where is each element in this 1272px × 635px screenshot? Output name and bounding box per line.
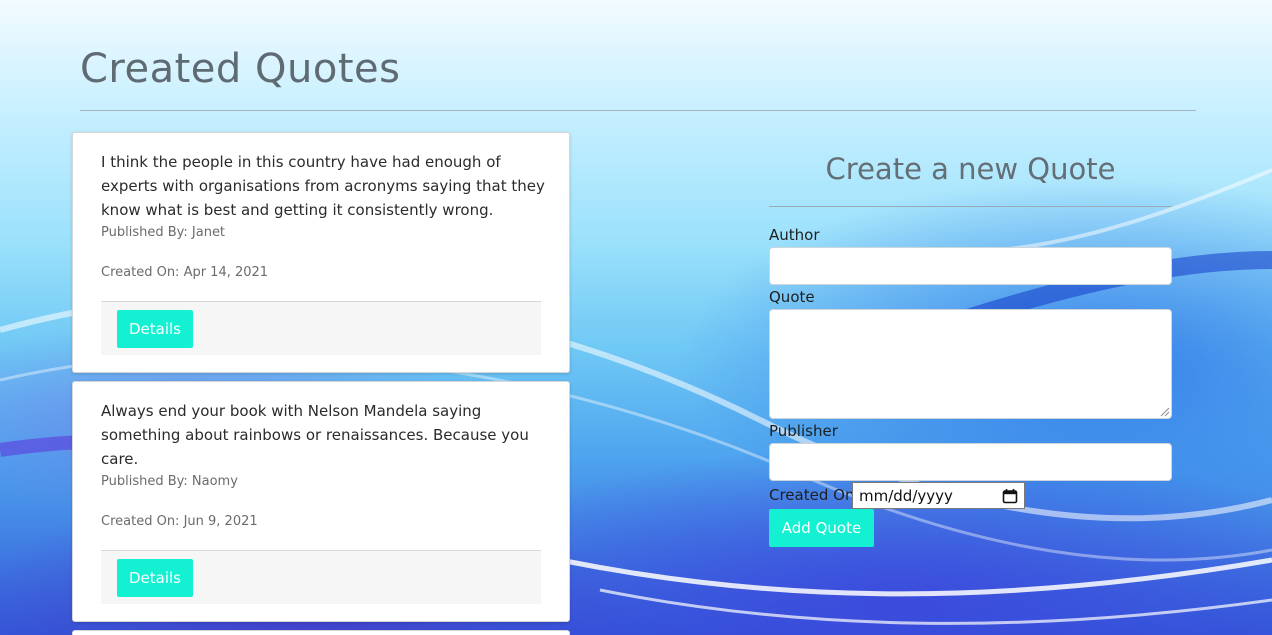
quote-publisher: Published By: Janet bbox=[101, 225, 226, 240]
publisher-label: Publisher bbox=[769, 422, 838, 440]
quote-text: I think the people in this country have … bbox=[101, 153, 545, 219]
quote-card: Always end your book with Nelson Mandela… bbox=[72, 381, 570, 622]
calendar-icon[interactable] bbox=[1002, 488, 1018, 504]
form-title: Create a new Quote bbox=[825, 152, 1116, 186]
quote-publisher: Published By: Naomy bbox=[101, 474, 238, 489]
title-divider bbox=[80, 110, 1196, 111]
created-on-date-input[interactable]: mm/dd/yyyy bbox=[852, 482, 1025, 509]
quote-created-on: Created On: Jun 9, 2021 bbox=[101, 514, 258, 529]
add-quote-button[interactable]: Add Quote bbox=[769, 509, 874, 547]
card-footer: Details bbox=[101, 301, 541, 355]
quote-textarea[interactable] bbox=[769, 309, 1172, 419]
publisher-input[interactable] bbox=[769, 443, 1172, 481]
resize-grip-icon[interactable] bbox=[1158, 405, 1170, 417]
page-title: Created Quotes bbox=[80, 46, 401, 92]
quote-created-on: Created On: Apr 14, 2021 bbox=[101, 265, 269, 280]
quote-card-partial bbox=[72, 630, 570, 635]
quote-label: Quote bbox=[769, 288, 815, 306]
quote-text: Always end your book with Nelson Mandela… bbox=[101, 402, 529, 468]
details-button[interactable]: Details bbox=[117, 310, 193, 348]
author-label: Author bbox=[769, 226, 820, 244]
quote-card: I think the people in this country have … bbox=[72, 132, 570, 373]
form-divider bbox=[769, 206, 1172, 207]
card-footer: Details bbox=[101, 550, 541, 604]
details-button[interactable]: Details bbox=[117, 559, 193, 597]
date-placeholder: mm/dd/yyyy bbox=[859, 486, 953, 505]
created-on-label: Created On bbox=[769, 486, 855, 504]
author-input[interactable] bbox=[769, 247, 1172, 285]
